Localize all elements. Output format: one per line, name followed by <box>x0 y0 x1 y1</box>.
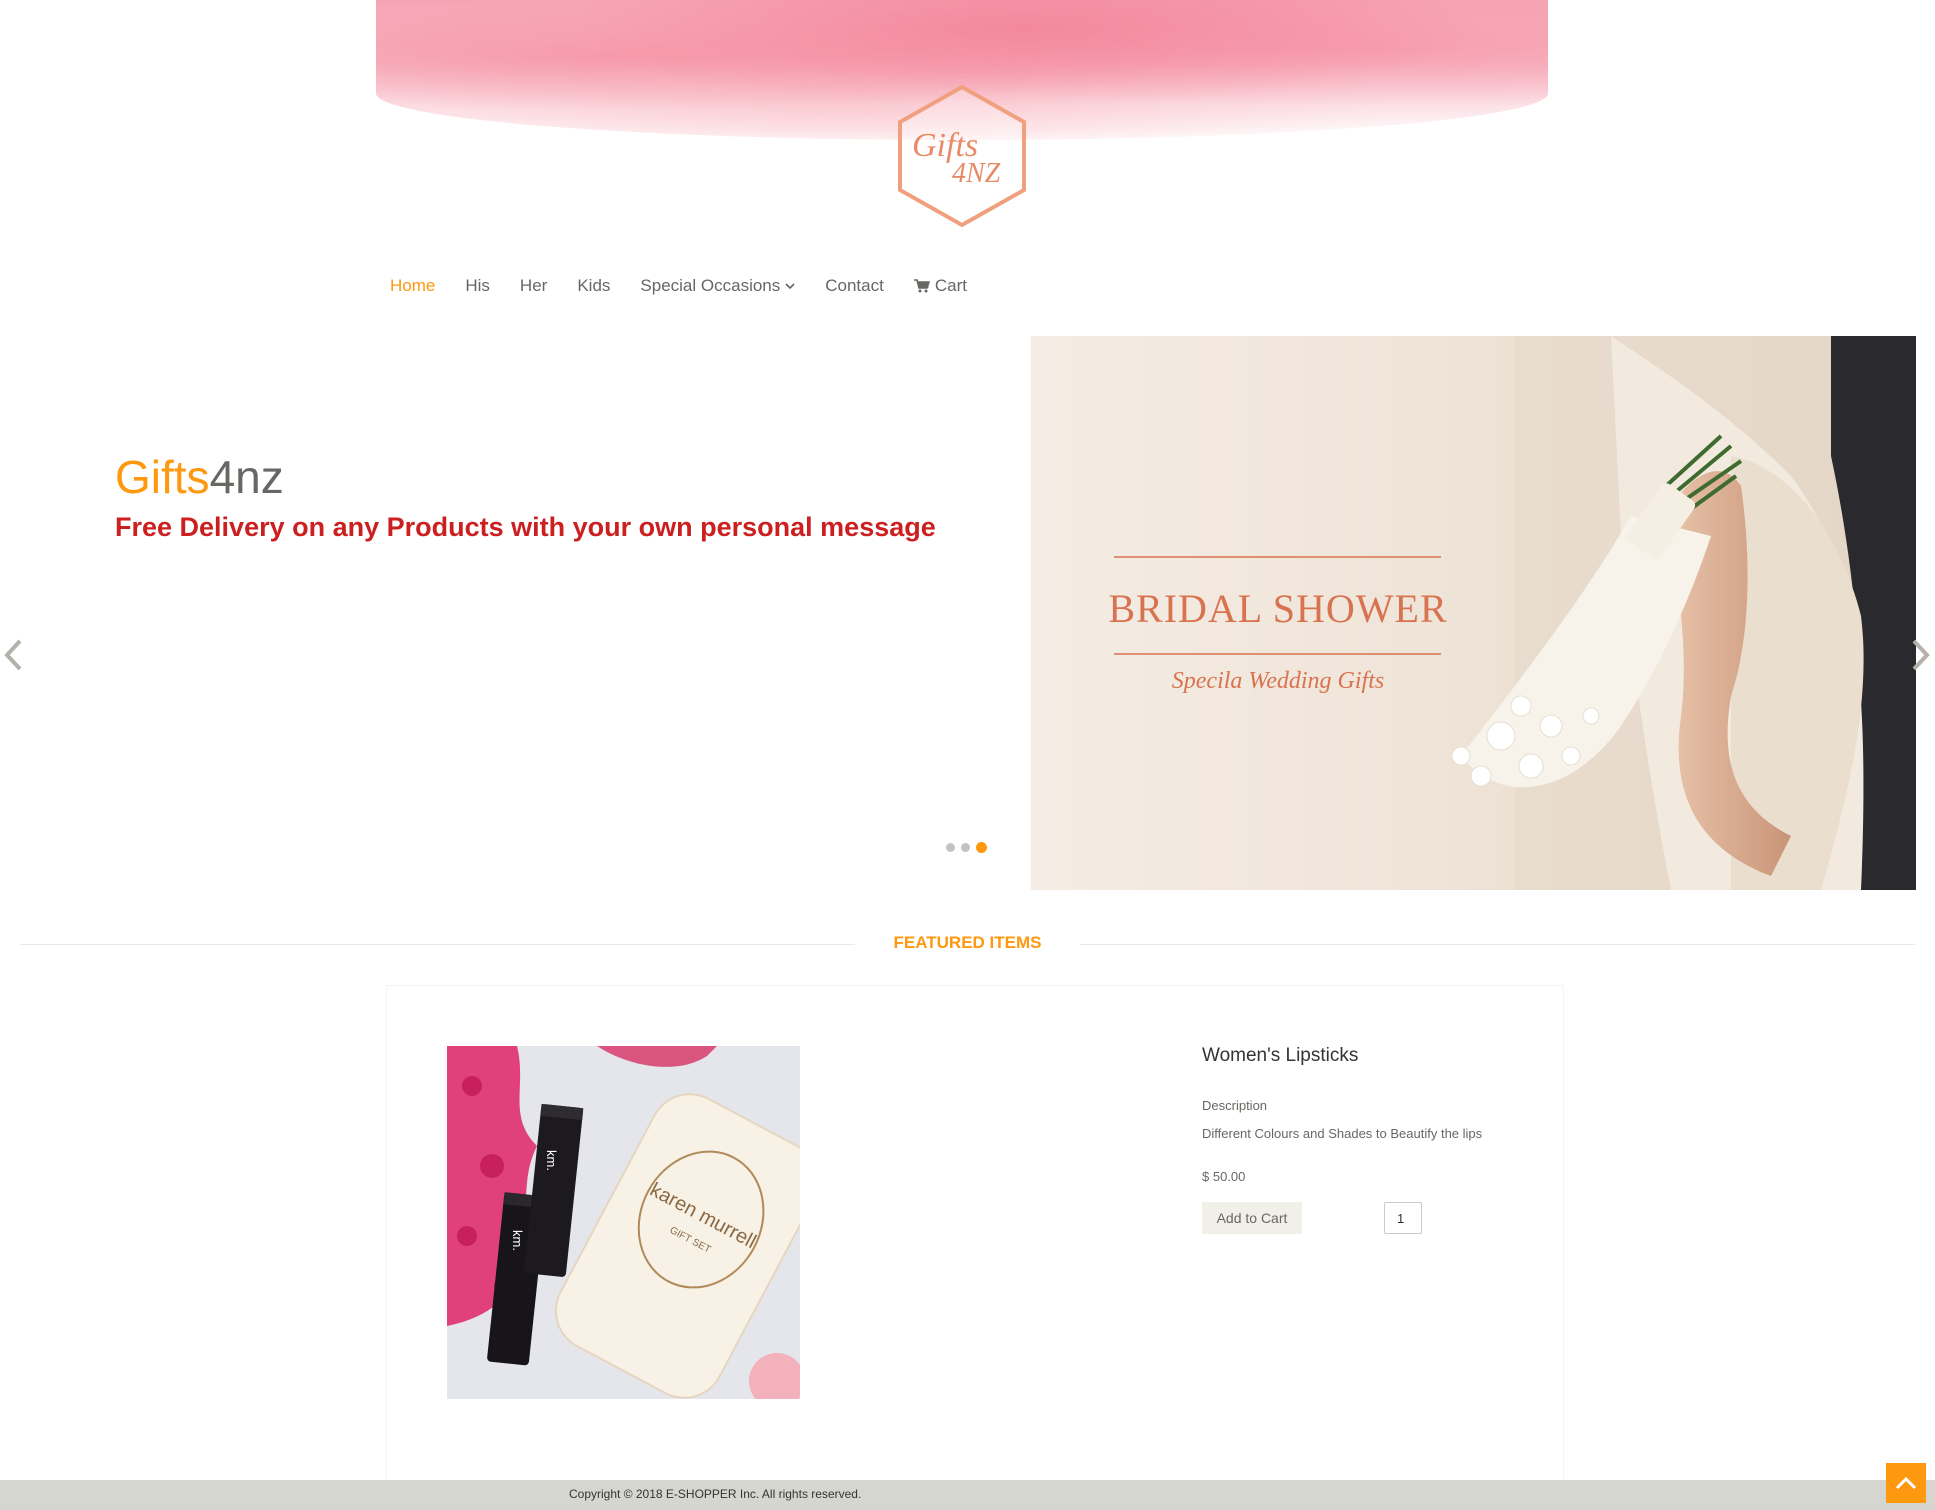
copyright-text: Copyright © 2018 E-SHOPPER Inc. All righ… <box>569 1487 862 1501</box>
quantity-input[interactable] <box>1384 1202 1422 1234</box>
nav-his[interactable]: His <box>465 276 490 296</box>
slide-image-subtitle: Specila Wedding Gifts <box>1172 668 1384 694</box>
nav-special-occasions[interactable]: Special Occasions <box>640 276 795 296</box>
footer: Copyright © 2018 E-SHOPPER Inc. All righ… <box>0 1480 1935 1510</box>
slide-image: BRIDAL SHOWER Specila Wedding Gifts <box>1031 336 1916 890</box>
chevron-down-icon <box>785 283 795 290</box>
product-description-label: Description <box>1202 1098 1268 1113</box>
slider-indicators <box>946 842 987 853</box>
nav-special-occasions-label: Special Occasions <box>640 276 781 295</box>
slider-brand-part2: 4nz <box>209 451 284 503</box>
nav-cart-label: Cart <box>934 276 967 295</box>
nav-her[interactable]: Her <box>520 276 547 296</box>
product-image[interactable]: karen murrell GIFT SET km. km. <box>447 1046 800 1399</box>
bridal-photo: BRIDAL SHOWER Specila Wedding Gifts <box>1031 336 1916 890</box>
lipstick-photo: karen murrell GIFT SET km. km. <box>447 1046 800 1399</box>
nav-kids[interactable]: Kids <box>577 276 610 296</box>
nav-cart[interactable]: Cart <box>913 276 967 296</box>
slide-image-title: BRIDAL SHOWER <box>1108 586 1447 631</box>
lipstick-label-1: km. <box>544 1150 559 1171</box>
lipstick-label-2: km. <box>510 1230 525 1251</box>
featured-divider-right <box>1080 944 1915 945</box>
featured-items-heading: FEATURED ITEMS <box>893 933 1042 952</box>
add-to-cart-button[interactable]: Add to Cart <box>1202 1202 1302 1234</box>
product-price: $ 50.00 <box>1202 1169 1246 1184</box>
page: Gifts 4NZ Home His Her Kids Special Occa… <box>0 0 1935 1510</box>
slider-prev-arrow-icon[interactable] <box>2 635 24 675</box>
product-name[interactable]: Women's Lipsticks <box>1202 1045 1358 1067</box>
slider-dot-1[interactable] <box>946 843 955 852</box>
scroll-to-top-icon[interactable] <box>1886 1463 1926 1503</box>
slider-brand-title: Gifts4nz <box>115 450 284 504</box>
slider-dot-2[interactable] <box>961 843 970 852</box>
nav-contact[interactable]: Contact <box>825 276 884 296</box>
featured-divider-left <box>20 944 855 945</box>
logo-text-sub: 4NZ <box>952 158 1001 189</box>
nav-home[interactable]: Home <box>390 276 435 296</box>
hero-slider: Gifts4nz Free Delivery on any Products w… <box>0 335 1935 890</box>
main-nav: Home His Her Kids Special Occasions Cont… <box>390 272 997 300</box>
slider-dot-3[interactable] <box>976 842 987 853</box>
slider-tagline: Free Delivery on any Products with your … <box>115 512 936 542</box>
cart-icon <box>913 279 930 293</box>
slider-brand-part1: Gifts <box>115 451 210 503</box>
site-logo[interactable]: Gifts 4NZ <box>896 84 1028 228</box>
product-description: Different Colours and Shades to Beautify… <box>1202 1126 1483 1141</box>
slider-next-arrow-icon[interactable] <box>1910 635 1932 675</box>
